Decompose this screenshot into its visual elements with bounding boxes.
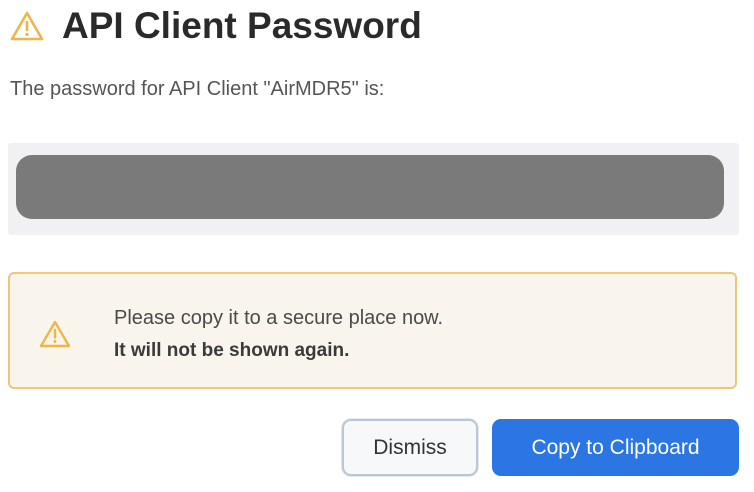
warning-callout: Please copy it to a secure place now. It… (8, 272, 737, 389)
warning-message: Please copy it to a secure place now. (114, 307, 444, 329)
dialog-header: API Client Password (10, 2, 422, 50)
warning-triangle-icon (10, 10, 44, 42)
warning-triangle-icon (38, 318, 72, 350)
dialog-title: API Client Password (62, 5, 422, 46)
dismiss-button[interactable]: Dismiss (342, 419, 478, 476)
warning-emphasis: It will not be shown again. (114, 340, 350, 361)
api-client-password-dialog: API Client Password The password for API… (0, 0, 754, 492)
copy-to-clipboard-button[interactable]: Copy to Clipboard (492, 419, 739, 476)
password-description: The password for API Client "AirMDR5" is… (10, 78, 385, 100)
password-panel (8, 143, 739, 235)
password-value-field[interactable] (16, 155, 724, 219)
